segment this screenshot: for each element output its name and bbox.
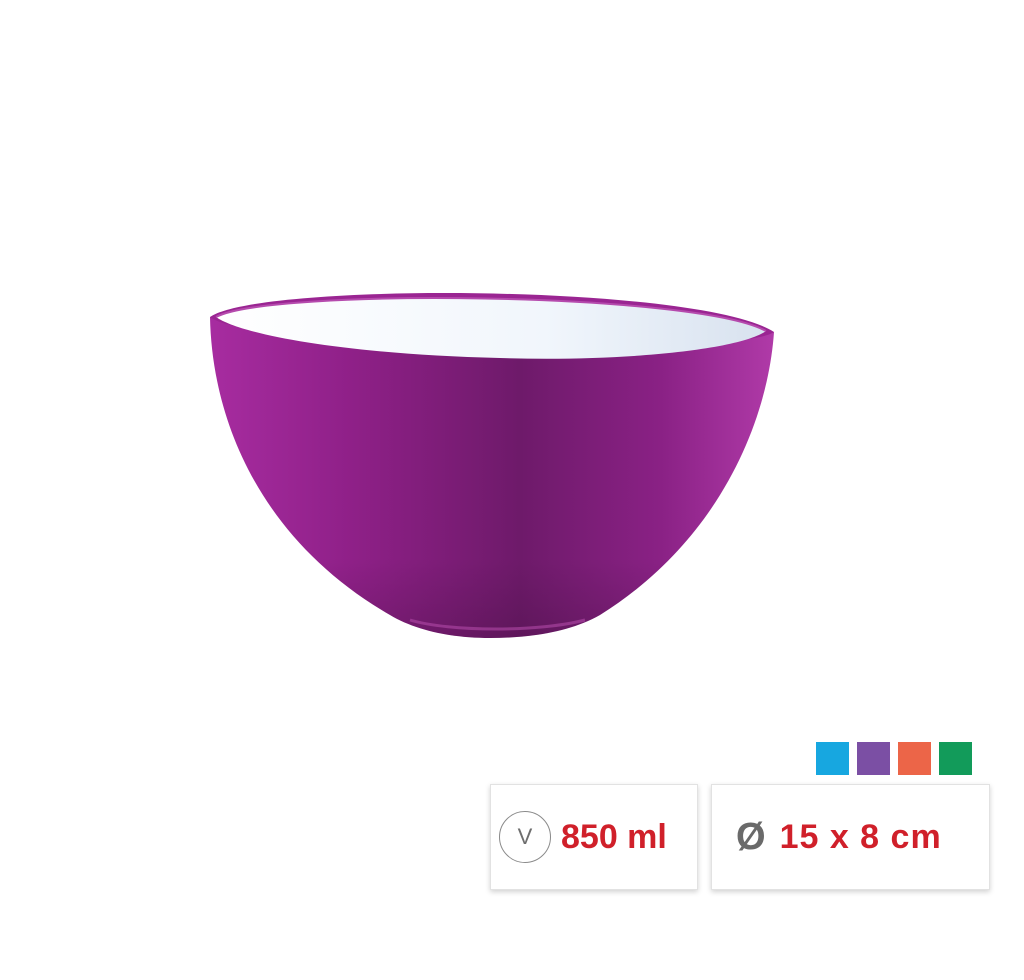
volume-icon: V (499, 811, 551, 863)
color-swatch-orange[interactable] (898, 742, 931, 775)
color-swatch-purple[interactable] (857, 742, 890, 775)
color-swatch-blue[interactable] (816, 742, 849, 775)
product-image-bowl (200, 270, 790, 650)
volume-spec-box: V 850 ml (490, 784, 698, 890)
color-swatches (816, 742, 972, 775)
diameter-icon: Ø (736, 815, 766, 858)
dimensions-spec-box: Ø 15 x 8 cm (711, 784, 990, 890)
bowl-illustration (210, 293, 774, 638)
volume-value: 850 ml (561, 817, 667, 856)
color-swatch-green[interactable] (939, 742, 972, 775)
dimensions-value: 15 x 8 cm (779, 817, 942, 856)
